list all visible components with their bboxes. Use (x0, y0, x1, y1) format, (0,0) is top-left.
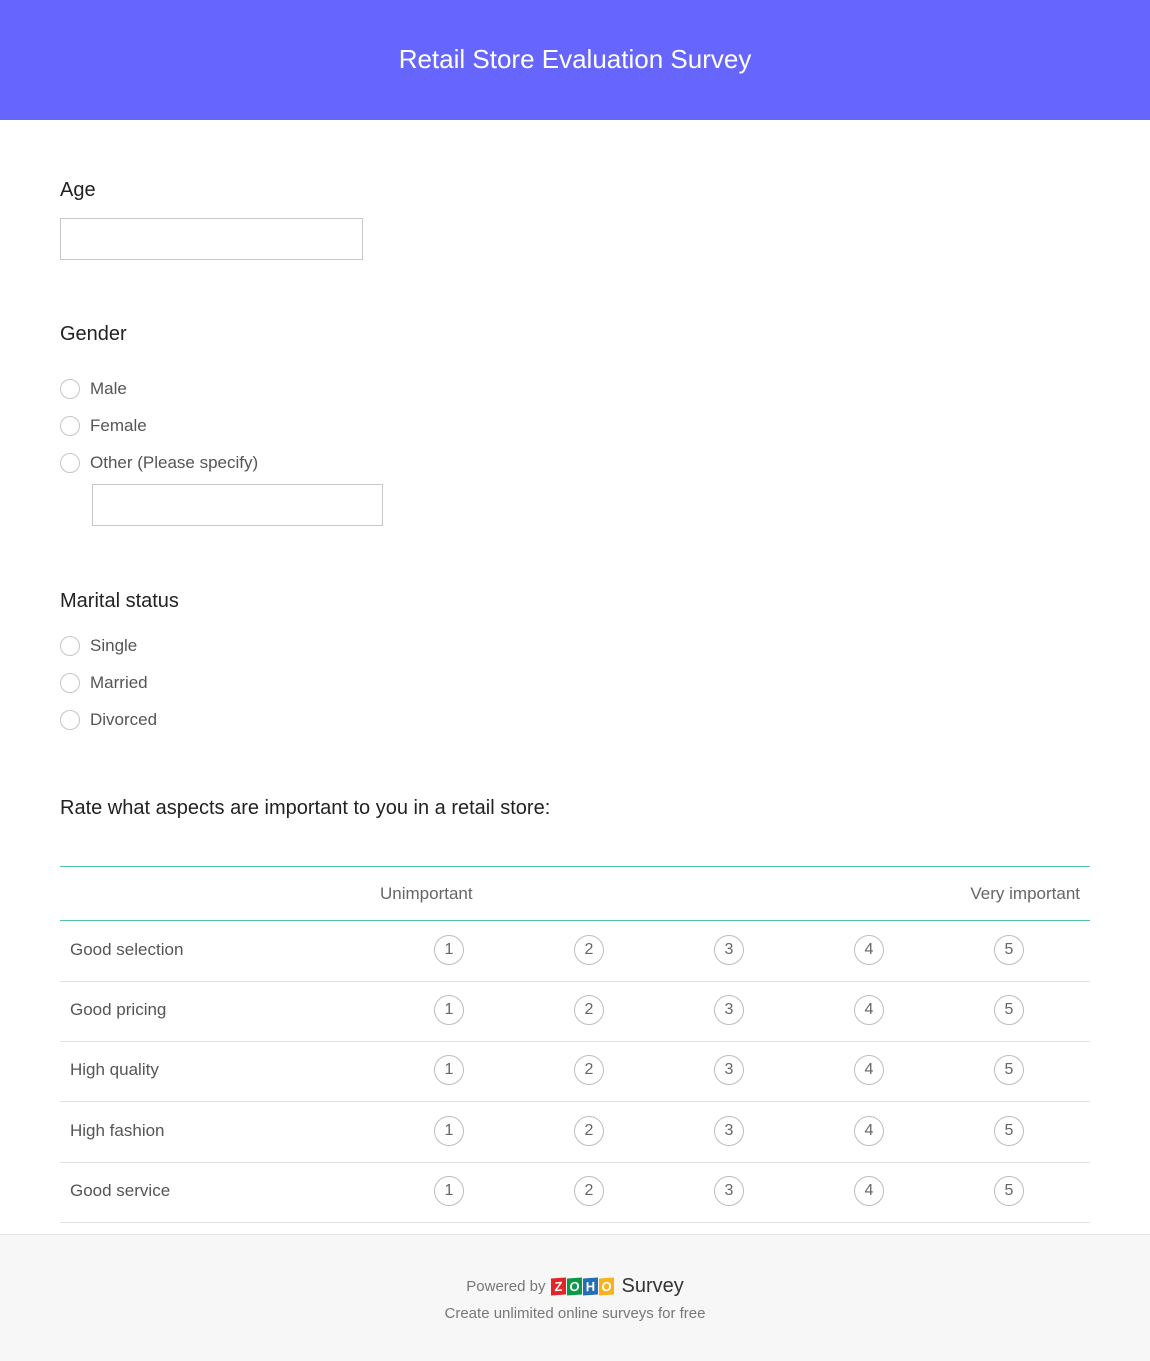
gender-other-input[interactable] (92, 484, 383, 526)
rating-2-button[interactable]: 2 (574, 1116, 604, 1146)
matrix-row-good-pricing: Good pricing 1 2 3 4 5 (60, 981, 1090, 1042)
survey-header: Retail Store Evaluation Survey (0, 0, 1150, 120)
matrix-row-label: High quality (70, 1060, 159, 1079)
zoho-logo-icon: Z O H O (551, 1277, 615, 1296)
matrix-row-label: Good service (70, 1181, 171, 1200)
marital-option-label: Married (90, 673, 148, 692)
powered-by-text: Powered by (466, 1278, 546, 1295)
scale-low-label: Unimportant (380, 884, 473, 903)
radio-icon[interactable] (60, 673, 80, 693)
matrix-row-label: Good selection (70, 940, 184, 959)
survey-footer: Powered by Z O H O Survey Create unlimit… (0, 1234, 1150, 1361)
logo-letter: O (567, 1277, 583, 1296)
radio-icon[interactable] (60, 636, 80, 656)
marital-option-single[interactable]: Single (60, 633, 137, 659)
matrix-row-label: Good pricing (70, 1000, 167, 1019)
rating-1-button[interactable]: 1 (434, 935, 464, 965)
marital-option-label: Single (90, 636, 138, 655)
rating-question-label: Rate what aspects are important to you i… (60, 797, 551, 819)
gender-option-label: Other (Please specify) (90, 453, 259, 472)
rating-3-button[interactable]: 3 (714, 1176, 744, 1206)
matrix-row-high-quality: High quality 1 2 3 4 5 (60, 1041, 1090, 1102)
rating-1-button[interactable]: 1 (434, 995, 464, 1025)
footer-tagline: Create unlimited online surveys for free (444, 1305, 706, 1322)
gender-question-label: Gender (60, 323, 127, 345)
rating-4-button[interactable]: 4 (854, 1055, 884, 1085)
logo-letter: H (583, 1277, 599, 1296)
age-question-label: Age (60, 179, 96, 201)
radio-icon[interactable] (60, 710, 80, 730)
rating-5-button[interactable]: 5 (994, 1055, 1024, 1085)
rating-1-button[interactable]: 1 (434, 1055, 464, 1085)
rating-1-button[interactable]: 1 (434, 1116, 464, 1146)
rating-3-button[interactable]: 3 (714, 1116, 744, 1146)
rating-2-button[interactable]: 2 (574, 935, 604, 965)
marital-option-married[interactable]: Married (60, 670, 148, 696)
radio-icon[interactable] (60, 453, 80, 473)
radio-icon[interactable] (60, 379, 80, 399)
rating-5-button[interactable]: 5 (994, 1116, 1024, 1146)
logo-letter: Z (551, 1277, 567, 1296)
marital-question-label: Marital status (60, 590, 179, 612)
rating-3-button[interactable]: 3 (714, 935, 744, 965)
rating-3-button[interactable]: 3 (714, 1055, 744, 1085)
age-input[interactable] (60, 218, 363, 260)
rating-2-button[interactable]: 2 (574, 1055, 604, 1085)
rating-5-button[interactable]: 5 (994, 935, 1024, 965)
rating-4-button[interactable]: 4 (854, 1116, 884, 1146)
marital-option-divorced[interactable]: Divorced (60, 707, 157, 733)
rating-2-button[interactable]: 2 (574, 1176, 604, 1206)
matrix-header: Unimportant Very important (60, 866, 1090, 921)
gender-option-label: Female (90, 416, 147, 435)
rating-5-button[interactable]: 5 (994, 995, 1024, 1025)
matrix-row-high-fashion: High fashion 1 2 3 4 5 (60, 1102, 1090, 1163)
radio-icon[interactable] (60, 416, 80, 436)
rating-2-button[interactable]: 2 (574, 995, 604, 1025)
survey-title: Retail Store Evaluation Survey (398, 43, 752, 74)
rating-4-button[interactable]: 4 (854, 935, 884, 965)
gender-option-label: Male (90, 379, 127, 398)
product-name: Survey (621, 1275, 684, 1297)
scale-high-label: Very important (970, 884, 1080, 903)
rating-1-button[interactable]: 1 (434, 1176, 464, 1206)
rating-5-button[interactable]: 5 (994, 1176, 1024, 1206)
rating-3-button[interactable]: 3 (714, 995, 744, 1025)
logo-letter: O (599, 1277, 615, 1296)
matrix-row-good-selection: Good selection 1 2 3 4 5 (60, 921, 1090, 982)
gender-option-male[interactable]: Male (60, 376, 127, 402)
matrix-row-good-service: Good service 1 2 3 4 5 (60, 1162, 1090, 1223)
rating-4-button[interactable]: 4 (854, 1176, 884, 1206)
rating-4-button[interactable]: 4 (854, 995, 884, 1025)
marital-option-label: Divorced (90, 710, 158, 729)
gender-option-other[interactable]: Other (Please specify) (60, 450, 258, 476)
gender-option-female[interactable]: Female (60, 413, 147, 439)
matrix-row-label: High fashion (70, 1121, 165, 1140)
powered-by-link[interactable]: Powered by Z O H O Survey (0, 1275, 1150, 1298)
